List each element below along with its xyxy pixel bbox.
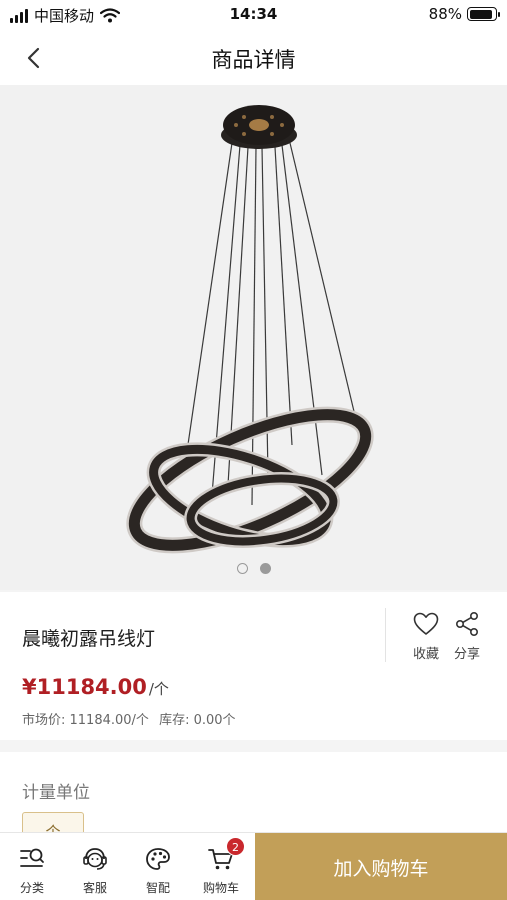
status-bar: 中国移动 14:34 88% (0, 0, 507, 30)
share-label: 分享 (453, 647, 480, 662)
product-info-card: 晨曦初露吊线灯 收藏 分享 ¥11184.00 /个 市场价: 11184.00… (0, 592, 507, 740)
heart-icon (413, 612, 439, 635)
market-price: 市场价: 11184.00/个 (22, 713, 149, 728)
nav-bar: 商品详情 (0, 30, 507, 85)
battery-status: 88% (428, 5, 500, 23)
product-price: ¥11184.00 (22, 675, 147, 699)
gallery-pagination (0, 563, 507, 574)
cart-count-badge: 2 (226, 837, 245, 856)
unit-selector-title: 计量单位 (22, 783, 90, 803)
battery-percent: 88% (428, 5, 462, 23)
tab-cart-label: 购物车 (202, 881, 239, 895)
divider (385, 608, 386, 662)
stock: 库存: 0.00个 (159, 713, 236, 728)
price-row: ¥11184.00 /个 (22, 675, 169, 699)
pagination-dot[interactable] (236, 563, 248, 574)
price-unit: /个 (148, 680, 169, 698)
tab-smart-match-label: 智配 (145, 881, 170, 895)
favorite-button[interactable]: 收藏 (404, 608, 448, 662)
palette-icon (146, 848, 170, 870)
product-meta: 市场价: 11184.00/个 库存: 0.00个 (22, 709, 242, 728)
product-name: 晨曦初露吊线灯 (22, 628, 156, 650)
bottom-action-bar: 分类 客服 智配 2 购物车 加入购物车 (0, 832, 507, 900)
favorite-label: 收藏 (412, 647, 439, 662)
customer-service-icon (83, 848, 107, 870)
tab-smart-match[interactable]: 智配 (130, 843, 186, 896)
page-title: 商品详情 (211, 48, 296, 72)
share-icon (455, 611, 478, 636)
tab-category-label: 分类 (19, 881, 44, 895)
tab-category[interactable]: 分类 (4, 843, 60, 896)
product-image (126, 105, 374, 554)
tab-cart[interactable]: 2 购物车 (193, 837, 249, 896)
share-button[interactable]: 分享 (445, 608, 489, 662)
add-to-cart-button[interactable]: 加入购物车 (255, 833, 507, 900)
tab-customer-service-label: 客服 (82, 881, 107, 895)
product-image-gallery[interactable] (0, 85, 507, 590)
tab-customer-service[interactable]: 客服 (67, 843, 123, 896)
product-detail-page: 中国移动 14:34 88% 商品详情 晨曦初露吊线灯 收藏 分享 ¥11184… (0, 0, 507, 900)
pagination-dot-active[interactable] (259, 563, 271, 574)
category-search-icon (20, 848, 44, 867)
battery-icon (467, 7, 500, 21)
